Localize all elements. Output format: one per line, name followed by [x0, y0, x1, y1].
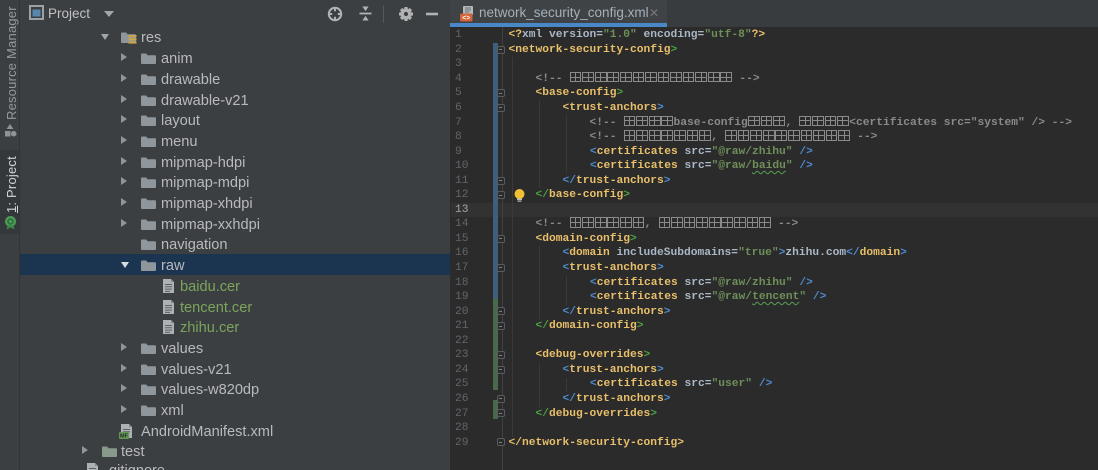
svg-text:MF: MF [120, 433, 129, 438]
svg-text:<>: <> [462, 15, 470, 22]
